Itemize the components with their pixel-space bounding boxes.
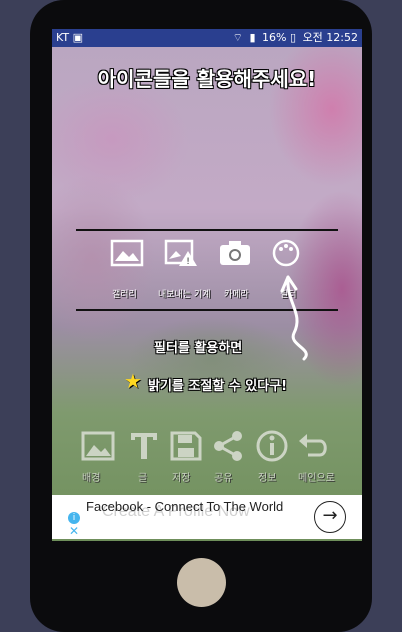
background-label: 배경 — [82, 473, 101, 484]
notification-icon: ▣ — [72, 31, 83, 44]
filter-palette-icon[interactable] — [272, 239, 306, 267]
share-icon[interactable] — [210, 429, 246, 463]
gallery-label: 갤러리 — [112, 290, 137, 300]
status-left: KT ▣ — [56, 29, 86, 47]
svg-text:!: ! — [186, 257, 190, 267]
ad-banner[interactable]: Create A Profile Now i ✕ Facebook - Conn… — [52, 495, 362, 539]
carrier-label: KT — [56, 31, 70, 44]
text-label: 글 — [138, 473, 148, 484]
status-bar: KT ▣ ⌔ ▮ 16% ▯ 오전 12:52 — [52, 29, 362, 47]
divider-top — [76, 229, 338, 231]
annotation-line1: 필터를 활용하면 — [154, 341, 243, 356]
camera-icon[interactable] — [218, 239, 252, 267]
battery-level: 16% — [262, 31, 287, 44]
image-warning-label: 내보내는 기계 — [158, 290, 211, 300]
ad-close-icon[interactable]: ✕ — [68, 525, 80, 537]
page-title: 아이콘들을 활용해주세요! — [97, 67, 317, 91]
ad-arrow-icon[interactable]: → — [314, 501, 346, 533]
image-warning-icon[interactable]: ! — [164, 239, 198, 267]
battery-icon: ▯ — [290, 31, 297, 44]
star-icon: ★ — [124, 369, 142, 393]
text-icon[interactable] — [126, 429, 162, 463]
save-label: 저장 — [172, 473, 191, 484]
home-button[interactable] — [177, 558, 226, 607]
info-icon[interactable] — [254, 429, 290, 463]
main-label: 메인으로 — [298, 473, 335, 484]
gallery-icon[interactable] — [110, 239, 144, 267]
annotation-line2: 밝기를 조절할 수 있다구! — [148, 379, 288, 394]
wifi-icon: ⌔ — [232, 31, 243, 44]
app-screen: KT ▣ ⌔ ▮ 16% ▯ 오전 12:52 아이콘들을 활용해주세요! ! … — [52, 29, 362, 541]
clock: 오전 12:52 — [302, 31, 358, 44]
background-image-icon[interactable] — [80, 429, 116, 463]
camera-label: 카메라 — [224, 290, 249, 300]
info-label: 정보 — [258, 473, 277, 484]
share-label: 공유 — [214, 473, 233, 484]
arrow-doodle — [280, 275, 308, 361]
status-right: ⌔ ▮ 16% ▯ 오전 12:52 — [233, 29, 358, 47]
ad-text[interactable]: Facebook - Connect To The World — [86, 499, 296, 514]
ad-info-icon[interactable]: i — [68, 512, 80, 524]
undo-icon[interactable] — [296, 429, 332, 463]
signal-icon: ▮ — [249, 31, 256, 44]
save-icon[interactable] — [168, 429, 204, 463]
